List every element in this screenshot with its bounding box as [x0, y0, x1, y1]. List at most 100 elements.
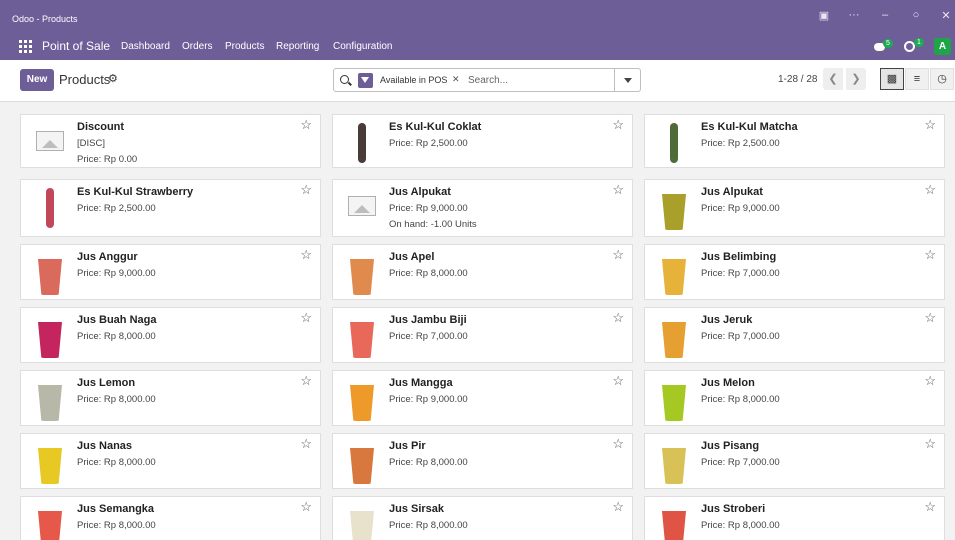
product-card[interactable]: Jus Sirsak Price: Rp 8,000.00 ☆	[332, 496, 633, 540]
product-card[interactable]: Jus Alpukat Price: Rp 9,000.00 ☆	[644, 179, 945, 237]
product-detail: Price: Rp 9,000.00	[389, 394, 468, 405]
search-icon[interactable]	[340, 75, 349, 84]
favorite-star-icon[interactable]: ☆	[612, 436, 624, 452]
product-card[interactable]: Jus Belimbing Price: Rp 7,000.00 ☆	[644, 244, 945, 300]
favorite-star-icon[interactable]: ☆	[300, 247, 312, 263]
favorite-star-icon[interactable]: ☆	[612, 310, 624, 326]
product-name: Jus Jambu Biji	[389, 314, 467, 326]
juice-cup-image	[38, 259, 62, 295]
product-card[interactable]: Jus Jeruk Price: Rp 7,000.00 ☆	[644, 307, 945, 363]
favorite-star-icon[interactable]: ☆	[612, 117, 624, 133]
product-card[interactable]: Jus Apel Price: Rp 8,000.00 ☆	[332, 244, 633, 300]
product-card[interactable]: Es Kul-Kul Matcha Price: Rp 2,500.00 ☆	[644, 114, 945, 168]
messages-button[interactable]: 5	[874, 39, 894, 55]
juice-cup-image	[38, 322, 62, 358]
juice-cup-image	[350, 385, 374, 421]
favorite-star-icon[interactable]: ☆	[612, 182, 624, 198]
product-card[interactable]: Discount [DISC] Price: Rp 0.00 ☆	[20, 114, 321, 168]
window-titlebar: Odoo - Products ▣ ··· – ○ ✕	[0, 0, 955, 34]
product-name: Jus Sirsak	[389, 503, 445, 515]
favorite-star-icon[interactable]: ☆	[924, 373, 936, 389]
favorite-star-icon[interactable]: ☆	[924, 499, 936, 515]
product-detail: Price: Rp 8,000.00	[389, 457, 468, 468]
product-detail: Price: Rp 9,000.00	[389, 203, 468, 214]
search-input[interactable]	[468, 71, 613, 89]
product-card[interactable]: Jus Lemon Price: Rp 8,000.00 ☆	[20, 370, 321, 426]
product-detail: Price: Rp 2,500.00	[389, 138, 468, 149]
product-card[interactable]: Es Kul-Kul Strawberry Price: Rp 2,500.00 ☆	[20, 179, 321, 237]
product-name: Jus Pir	[389, 440, 426, 452]
minimize-icon[interactable]: –	[876, 9, 894, 21]
product-detail: Price: Rp 2,500.00	[701, 138, 780, 149]
juice-cup-image	[350, 322, 374, 358]
juice-cup-image	[350, 259, 374, 295]
new-button[interactable]: New	[20, 69, 54, 91]
app-window-icon[interactable]: ▣	[815, 9, 833, 22]
product-detail: Price: Rp 9,000.00	[77, 268, 156, 279]
close-icon[interactable]: ✕	[937, 9, 955, 22]
product-card[interactable]: Jus Semangka Price: Rp 8,000.00 ☆	[20, 496, 321, 540]
search-options-dropdown[interactable]	[614, 69, 640, 91]
product-card[interactable]: Jus Pisang Price: Rp 7,000.00 ☆	[644, 433, 945, 489]
product-name: Jus Pisang	[701, 440, 760, 452]
nav-dashboard[interactable]: Dashboard	[121, 41, 170, 52]
product-card[interactable]: Jus Buah Naga Price: Rp 8,000.00 ☆	[20, 307, 321, 363]
nav-products[interactable]: Products	[225, 41, 264, 52]
nav-orders[interactable]: Orders	[182, 41, 213, 52]
favorite-star-icon[interactable]: ☆	[924, 310, 936, 326]
favorite-star-icon[interactable]: ☆	[612, 499, 624, 515]
product-image	[30, 440, 70, 484]
app-name[interactable]: Point of Sale	[42, 39, 110, 53]
product-card[interactable]: Jus Mangga Price: Rp 9,000.00 ☆	[332, 370, 633, 426]
favorite-star-icon[interactable]: ☆	[300, 499, 312, 515]
product-card[interactable]: Jus Jambu Biji Price: Rp 7,000.00 ☆	[332, 307, 633, 363]
more-options-icon[interactable]: ···	[845, 9, 863, 21]
product-detail: Price: Rp 8,000.00	[701, 520, 780, 531]
product-name: Jus Buah Naga	[77, 314, 157, 326]
nav-configuration[interactable]: Configuration	[333, 41, 392, 52]
favorite-star-icon[interactable]: ☆	[924, 182, 936, 198]
popsicle-image	[358, 123, 366, 163]
favorite-star-icon[interactable]: ☆	[300, 182, 312, 198]
nav-reporting[interactable]: Reporting	[276, 41, 319, 52]
product-card[interactable]: Jus Nanas Price: Rp 8,000.00 ☆	[20, 433, 321, 489]
product-card[interactable]: Jus Stroberi Price: Rp 8,000.00 ☆	[644, 496, 945, 540]
product-image	[342, 186, 382, 230]
favorite-star-icon[interactable]: ☆	[300, 436, 312, 452]
apps-menu-icon[interactable]	[19, 40, 32, 53]
search-bar[interactable]: Available in POS ✕	[333, 68, 641, 92]
pager-previous-button[interactable]: ❮	[823, 68, 843, 90]
product-card[interactable]: Jus Alpukat Price: Rp 9,000.00 On hand: -1…	[332, 179, 633, 237]
favorite-star-icon[interactable]: ☆	[612, 373, 624, 389]
favorite-star-icon[interactable]: ☆	[612, 247, 624, 263]
product-detail: Price: Rp 0.00	[77, 154, 138, 165]
favorite-star-icon[interactable]: ☆	[300, 373, 312, 389]
activity-view-button[interactable]: ◷	[930, 68, 954, 90]
activities-button[interactable]: 1	[904, 38, 926, 56]
product-image	[654, 440, 694, 484]
product-card[interactable]: Jus Melon Price: Rp 8,000.00 ☆	[644, 370, 945, 426]
product-image	[654, 377, 694, 421]
product-image	[342, 314, 382, 358]
juice-cup-image	[662, 194, 686, 230]
product-image	[342, 503, 382, 540]
favorite-star-icon[interactable]: ☆	[300, 310, 312, 326]
product-card[interactable]: Jus Anggur Price: Rp 9,000.00 ☆	[20, 244, 321, 300]
product-image	[30, 377, 70, 421]
favorite-star-icon[interactable]: ☆	[924, 117, 936, 133]
product-card[interactable]: Jus Pir Price: Rp 8,000.00 ☆	[332, 433, 633, 489]
remove-facet-icon[interactable]: ✕	[452, 74, 460, 85]
restore-icon[interactable]: ○	[907, 9, 925, 21]
favorite-star-icon[interactable]: ☆	[300, 117, 312, 133]
list-view-button[interactable]: ≡	[905, 68, 929, 90]
favorite-star-icon[interactable]: ☆	[924, 247, 936, 263]
kanban-view-button[interactable]: ▩	[880, 68, 904, 90]
user-avatar[interactable]: A	[934, 38, 951, 55]
favorite-star-icon[interactable]: ☆	[924, 436, 936, 452]
pager-next-button[interactable]: ❯	[846, 68, 866, 90]
gear-icon[interactable]: ⚙	[108, 72, 118, 85]
juice-cup-image	[350, 511, 374, 540]
product-card[interactable]: Es Kul-Kul Coklat Price: Rp 2,500.00 ☆	[332, 114, 633, 168]
control-panel: New Products ⚙ Available in POS ✕ 1-28 /…	[0, 60, 955, 102]
pager-value[interactable]: 1-28 / 28	[778, 74, 817, 85]
